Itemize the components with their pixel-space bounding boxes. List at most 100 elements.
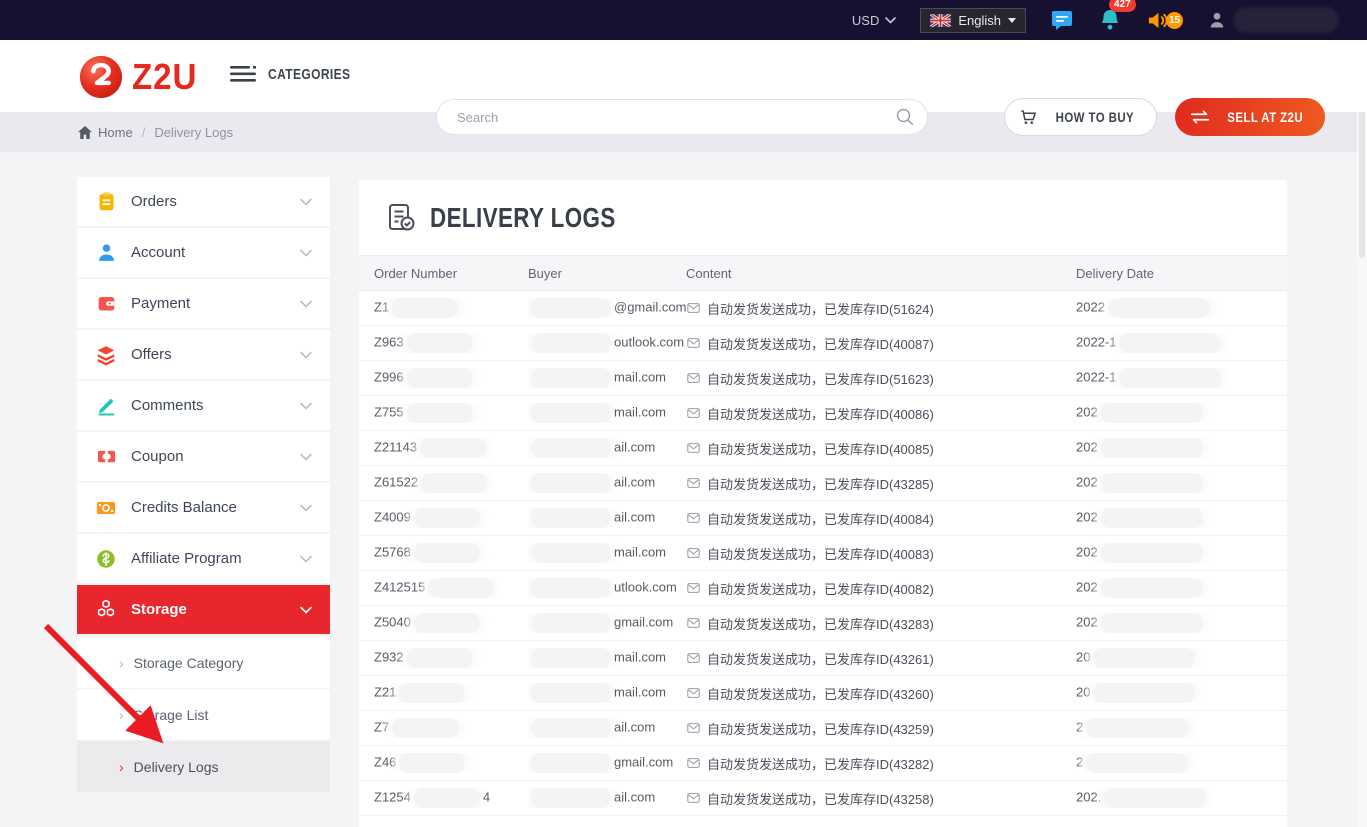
content-cell: 自动发货发送成功，已发库存ID(51624) [686, 299, 1076, 318]
mail-icon [686, 686, 701, 700]
mail-icon [686, 336, 701, 350]
sidebar-item-storage[interactable]: Storage [77, 585, 330, 634]
mail-icon [686, 756, 701, 770]
order-number-cell: Z996 [374, 368, 528, 388]
delivery-date-cell: 202 [1076, 578, 1287, 598]
redacted-blur [392, 718, 459, 738]
affiliate-program-icon [95, 548, 117, 570]
credits-balance-icon [95, 497, 117, 519]
orders-icon [95, 191, 117, 213]
order-number-cell: Z4009 [374, 508, 528, 528]
topbar: USD English 427 15 [0, 0, 1367, 40]
home-icon [78, 125, 92, 139]
content-cell: 自动发货发送成功，已发库存ID(43258) [686, 789, 1076, 808]
mail-icon [686, 406, 701, 420]
chevron-down-icon [300, 555, 312, 563]
chevron-right-icon: › [119, 706, 124, 723]
redacted-blur [1086, 753, 1189, 773]
redacted-blur [392, 298, 459, 318]
sidebar-subitem-storage-category[interactable]: › Storage Category [77, 636, 330, 688]
redacted-blur [1100, 613, 1203, 633]
redacted-blur [531, 718, 611, 738]
currency-select[interactable]: USD [852, 13, 897, 28]
chevron-right-icon: › [119, 654, 124, 671]
sidebar-item-label: Account [131, 244, 186, 261]
content-cell: 自动发货发送成功，已发库存ID(43259) [686, 719, 1076, 738]
redacted-blur [406, 403, 473, 423]
user-menu[interactable] [1207, 7, 1339, 33]
table-body: Z1 @gmail.com 自动发货发送成功，已发库存ID(51624) 2022 Z9… [359, 291, 1287, 816]
redacted-blur [1119, 333, 1222, 353]
sidebar-item-coupon[interactable]: Coupon [77, 432, 330, 481]
hamburger-icon [230, 66, 256, 82]
table-row: Z46 gmail.com 自动发货发送成功，已发库存ID(43282) 2 [359, 746, 1287, 781]
table-row: Z1254 4 ail.com 自动发货发送成功，已发库存ID(43258) 202. [359, 781, 1287, 816]
sidebar-item-account[interactable]: Account [77, 228, 330, 277]
sidebar-menu: Orders Account Payment Offers Comments Coupon… [77, 177, 330, 792]
chevron-down-icon [300, 198, 312, 206]
redacted-blur [420, 438, 487, 458]
search-input[interactable] [436, 99, 928, 135]
delivery-date-cell: 2022-1 [1076, 368, 1287, 388]
sidebar-item-offers[interactable]: Offers [77, 330, 330, 379]
mail-icon [686, 546, 701, 560]
cart-icon [1021, 110, 1037, 124]
mail-icon [686, 371, 701, 385]
column-content: Content [686, 265, 732, 281]
redacted-blur [399, 683, 466, 703]
logo-mark-icon [79, 55, 123, 99]
content-cell: 自动发货发送成功，已发库存ID(40083) [686, 544, 1076, 563]
redacted-blur [1100, 403, 1203, 423]
account-icon [95, 242, 117, 264]
sell-at-z2u-button[interactable]: SELL AT Z2U [1175, 98, 1325, 136]
notifications-bell-icon[interactable]: 427 [1098, 0, 1136, 32]
redacted-blur [531, 438, 611, 458]
redacted-blur [406, 368, 473, 388]
order-number-cell: Z932 [374, 648, 528, 668]
announcement-badge: 15 [1166, 11, 1183, 29]
breadcrumb-home-link[interactable]: Home [78, 125, 133, 140]
language-select[interactable]: English [920, 7, 1026, 33]
sell-label: SELL AT Z2U [1227, 109, 1303, 125]
order-number-cell: Z7 [374, 718, 528, 738]
table-row: Z412515 utlook.com 自动发货发送成功，已发库存ID(40082) 2… [359, 571, 1287, 606]
content-cell: 自动发货发送成功，已发库存ID(40086) [686, 404, 1076, 423]
column-order-number: Order Number [374, 265, 458, 281]
sidebar-item-credits-balance[interactable]: Credits Balance [77, 483, 330, 532]
user-icon [1210, 12, 1224, 28]
buyer-cell: ail.com [528, 788, 686, 808]
sidebar-item-payment[interactable]: Payment [77, 279, 330, 328]
delivery-date-cell: 202. [1076, 788, 1287, 808]
redacted-blur [413, 788, 480, 808]
search-icon[interactable] [895, 107, 915, 132]
content-cell: 自动发货发送成功，已发库存ID(40087) [686, 334, 1076, 353]
sidebar-item-comments[interactable]: Comments [77, 381, 330, 430]
redacted-blur [413, 508, 480, 528]
redacted-blur [1100, 438, 1203, 458]
chevron-down-icon [1008, 17, 1016, 23]
sidebar-item-affiliate-program[interactable]: Affiliate Program [77, 534, 330, 583]
z2u-logo[interactable]: Z2U [78, 54, 203, 100]
sidebar-subitem-label: Storage List [133, 706, 209, 723]
redacted-blur [1104, 788, 1207, 808]
announcements-icon[interactable]: 15 [1146, 9, 1183, 32]
chevron-down-icon [300, 351, 312, 359]
sidebar-item-orders[interactable]: Orders [77, 177, 330, 226]
mail-icon [686, 511, 701, 525]
mail-icon [686, 301, 701, 315]
delivery-date-cell: 2 [1076, 718, 1287, 738]
categories-button[interactable]: CATEGORIES [230, 65, 371, 83]
how-to-buy-button[interactable]: HOW TO BUY [1004, 98, 1157, 136]
categories-label: CATEGORIES [268, 65, 351, 83]
content-cell: 自动发货发送成功，已发库存ID(43283) [686, 614, 1076, 633]
sidebar-subitem-storage-list[interactable]: › Storage List [77, 688, 330, 740]
sidebar-subitem-delivery-logs[interactable]: › Delivery Logs [77, 740, 330, 792]
how-to-buy-label: HOW TO BUY [1055, 109, 1135, 125]
order-number-cell: Z21143 [374, 438, 528, 458]
order-number-cell: Z1 [374, 298, 528, 318]
scrollbar[interactable] [1357, 40, 1367, 827]
sidebar-item-label: Coupon [131, 448, 184, 465]
page-content: Orders Account Payment Offers Comments Coupon… [0, 152, 1367, 827]
content-cell: 自动发货发送成功，已发库存ID(40082) [686, 579, 1076, 598]
chat-icon[interactable] [1050, 8, 1074, 32]
